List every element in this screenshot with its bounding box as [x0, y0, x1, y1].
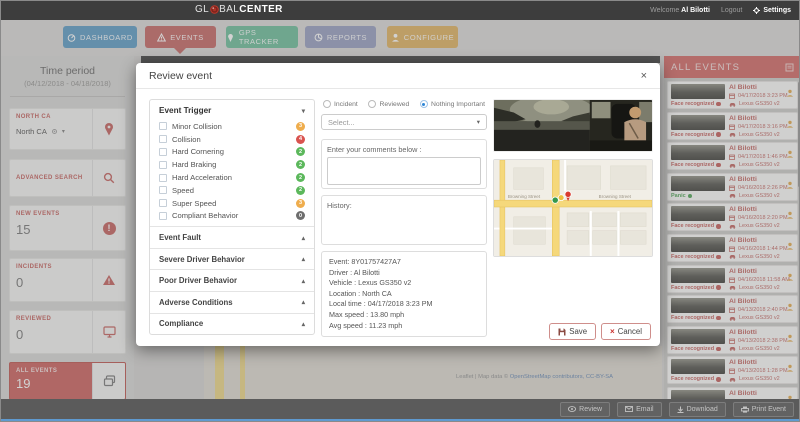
event-detail-line: Driver : Al Bilotti — [329, 267, 380, 277]
dialog-actions: Save × Cancel — [549, 323, 651, 340]
count-badge: 2 — [296, 160, 305, 170]
app-logo: GL BAL CENTER — [195, 4, 283, 15]
count-badge: 2 — [296, 173, 305, 183]
trigger-list: Minor Collision 3 Collision 4 Hard Corne — [150, 118, 314, 226]
chevron-up-icon: ▴ — [301, 299, 305, 307]
top-header-bar: GL BALCENTER Welcome Al Bilotti Logout — [1, 1, 799, 20]
event-detail-line: Event: 8Y01757427A7 — [329, 257, 401, 266]
dialog-title: Review event — [149, 69, 213, 82]
checkbox[interactable] — [159, 147, 167, 156]
trigger-label: Hard Braking — [172, 160, 217, 170]
bottom-accent-line — [1, 419, 799, 421]
accordion-header[interactable]: Adverse Conditions ▴ — [150, 290, 314, 313]
checkbox[interactable] — [159, 122, 167, 131]
chevron-up-icon: ▴ — [301, 320, 305, 328]
accordion-group: Event Fault ▴ Severe Driver Behavior ▴ P… — [150, 226, 314, 334]
trigger-row[interactable]: Speed 2 — [150, 184, 314, 197]
accordion-header[interactable]: Event Fault ▴ — [150, 226, 314, 248]
count-badge: 3 — [296, 121, 305, 131]
chevron-up-icon: ▴ — [301, 256, 305, 264]
trigger-label: Compliant Behavior — [172, 211, 239, 221]
logo-text-center: CENTER — [239, 4, 283, 15]
x-icon: × — [610, 327, 615, 336]
trigger-label: Collision — [172, 134, 201, 144]
event-details: Event: 8Y01757427A7 Driver : Al Bilotti … — [321, 251, 487, 338]
chevron-down-icon: ▾ — [301, 107, 305, 115]
event-trigger-panel: Event Trigger ▾ Minor Collision 3 Collis… — [149, 99, 315, 335]
street-label: Browning Street — [508, 194, 541, 199]
settings-link[interactable]: Settings — [753, 7, 791, 14]
trigger-label: Hard Acceleration — [172, 173, 232, 183]
accordion-header[interactable]: Poor Driver Behavior ▴ — [150, 269, 314, 291]
chevron-up-icon: ▴ — [301, 234, 305, 242]
event-detail-line: Avg speed : 11.23 mph — [329, 320, 403, 330]
count-badge: 3 — [296, 198, 305, 208]
trigger-label: Hard Cornering — [172, 147, 224, 157]
count-badge: 0 — [296, 211, 305, 221]
checkbox[interactable] — [159, 160, 167, 169]
media-column: Browning Street Browning Street — [493, 99, 653, 257]
event-detail-line: Location : North CA — [329, 288, 392, 298]
history-section: History: — [321, 195, 487, 245]
trigger-label: Speed — [172, 185, 194, 195]
accordion-header[interactable]: Compliance ▴ — [150, 312, 314, 335]
event-detail-line: Local time : 04/17/2018 3:23 PM — [329, 299, 433, 309]
dashcam-snapshot[interactable] — [493, 99, 653, 152]
radio-selected-icon[interactable] — [419, 100, 428, 108]
close-icon[interactable]: × — [641, 70, 647, 82]
trigger-row[interactable]: Hard Cornering 2 — [150, 146, 314, 159]
camera-lens-icon — [209, 5, 219, 14]
status-radio-group: Incident Reviewed Nothing Important — [321, 99, 487, 109]
event-detail-line: Vehicle : Lexus GS350 v2 — [329, 278, 412, 288]
dialog-header: Review event × — [136, 63, 660, 89]
app-window: GL BALCENTER Welcome Al Bilotti Logout — [0, 0, 800, 422]
trigger-row[interactable]: Minor Collision 3 — [150, 120, 314, 133]
review-event-dialog: Review event × Event Trigger ▾ Minor Col… — [136, 63, 660, 346]
trigger-label: Super Speed — [172, 198, 217, 208]
comments-section: Enter your comments below : — [321, 139, 487, 189]
count-badge: 2 — [296, 185, 305, 195]
radio-reviewed[interactable]: Reviewed — [368, 100, 409, 108]
comments-label: Enter your comments below : — [327, 145, 422, 154]
trigger-label: Minor Collision — [172, 121, 222, 131]
review-form: Incident Reviewed Nothing Important Sele… — [321, 99, 487, 338]
save-disk-icon — [558, 328, 566, 335]
logout-link[interactable]: Logout — [721, 7, 742, 14]
event-trigger-header[interactable]: Event Trigger ▾ — [150, 100, 314, 118]
trigger-row[interactable]: Compliant Behavior 0 — [150, 210, 314, 223]
radio-icon[interactable] — [323, 100, 331, 108]
save-button[interactable]: Save — [549, 323, 597, 340]
logo-text-bal: BAL — [219, 4, 240, 15]
radio-icon[interactable] — [368, 100, 377, 108]
count-badge: 2 — [296, 147, 305, 157]
checkbox[interactable] — [159, 173, 167, 182]
trigger-row[interactable]: Collision 4 — [150, 133, 314, 146]
radio-nothing-important[interactable]: Nothing Important — [419, 100, 485, 108]
trigger-row[interactable]: Hard Acceleration 2 — [150, 171, 314, 184]
category-select[interactable]: Select... ▾ — [321, 114, 487, 130]
count-badge: 4 — [296, 134, 305, 144]
map-marker-green[interactable] — [551, 196, 559, 204]
trigger-row[interactable]: Super Speed 3 — [150, 197, 314, 210]
checkbox[interactable] — [159, 186, 167, 195]
event-location-map[interactable]: Browning Street Browning Street — [493, 159, 653, 257]
chevron-up-icon: ▴ — [301, 277, 305, 285]
logo-text-gl: GL — [195, 4, 210, 15]
map-marker-yellow[interactable] — [557, 194, 565, 202]
gear-icon — [753, 7, 761, 14]
history-label: History: — [327, 201, 352, 210]
accordion-header[interactable]: Severe Driver Behavior ▴ — [150, 247, 314, 270]
event-detail-line: Max speed : 13.80 mph — [329, 309, 405, 319]
checkbox[interactable] — [159, 199, 167, 208]
comments-textarea[interactable] — [327, 157, 481, 185]
checkbox[interactable] — [159, 211, 167, 220]
checkbox[interactable] — [159, 135, 167, 144]
chevron-down-icon: ▾ — [476, 119, 480, 126]
street-label: Browning Street — [599, 194, 632, 199]
cancel-button[interactable]: × Cancel — [601, 323, 651, 340]
trigger-row[interactable]: Hard Braking 2 — [150, 158, 314, 171]
welcome-text: Welcome Al Bilotti — [650, 7, 710, 14]
radio-incident[interactable]: Incident — [323, 100, 358, 108]
username: Al Bilotti — [681, 7, 710, 14]
